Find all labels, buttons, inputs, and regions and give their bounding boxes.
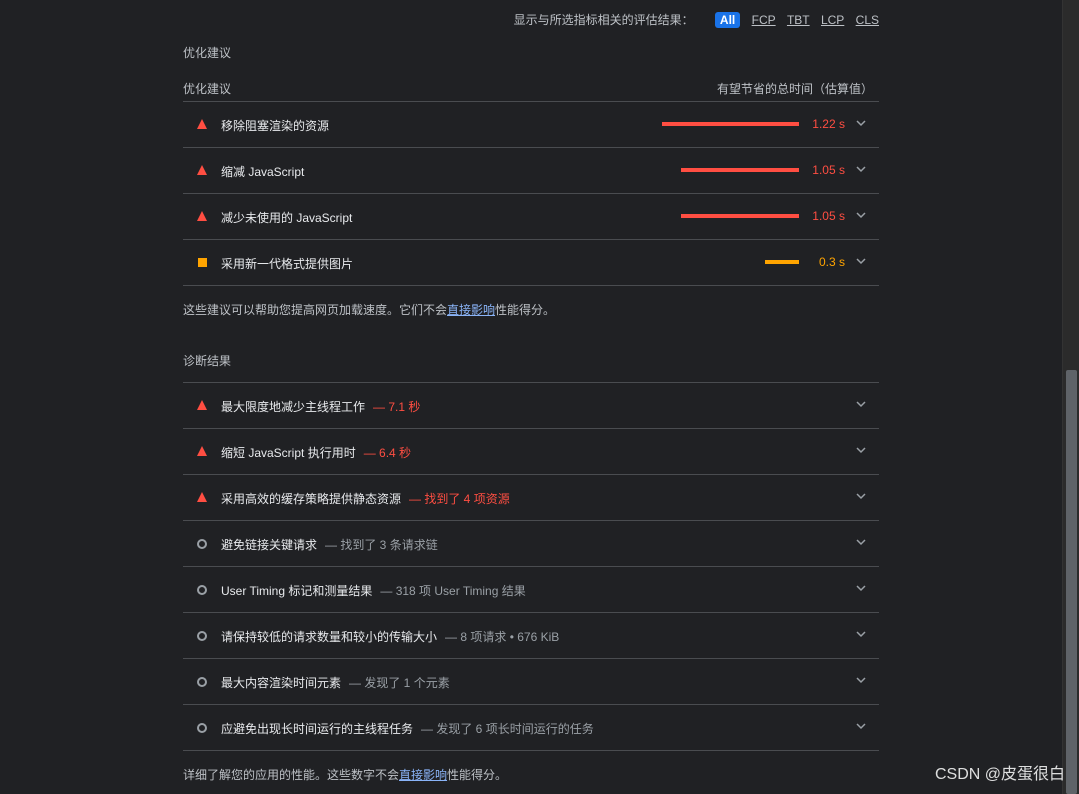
audit-title: 减少未使用的 JavaScript [221,211,353,225]
audit-title-text: 缩短 JavaScript 执行用时 [221,446,356,460]
audit-display-value: — 7.1 秒 [373,400,421,414]
audit-title: 移除阻塞渲染的资源 [221,119,330,133]
diagnostic-row[interactable]: 应避免出现长时间运行的主线程任务 — 发现了 6 项长时间运行的任务 [183,705,879,751]
audit-title-text: 应避免出现长时间运行的主线程任务 [221,722,414,736]
audit-title: User Timing 标记和测量结果 — 318 项 User Timing 结… [221,582,526,599]
chevron-down-icon[interactable] [855,628,867,640]
fail-triangle-icon [197,446,207,456]
savings-column-label: 有望节省的总时间（估算值） [716,82,873,96]
chevron-down-icon[interactable] [855,163,867,175]
chevron-down-icon[interactable] [855,398,867,410]
chevron-down-icon[interactable] [855,444,867,456]
info-circle-icon [197,585,207,595]
filter-cls-button[interactable]: CLS [856,13,879,27]
fail-triangle-icon [197,492,207,502]
opportunity-row[interactable]: 采用新一代格式提供图片 0.3 s [183,240,879,286]
filter-lcp-button[interactable]: LCP [821,13,844,27]
filter-all-button[interactable]: All [714,11,741,28]
diagnostic-row[interactable]: 最大内容渲染时间元素 — 发现了 1 个元素 [183,659,879,705]
opportunity-row[interactable]: 缩减 JavaScript 1.05 s [183,148,879,194]
savings-bar [681,214,799,218]
metric-filter-label: 显示与所选指标相关的评估结果： [513,13,694,27]
chevron-down-icon[interactable] [855,674,867,686]
audit-display-value: — 找到了 3 条请求链 [325,538,438,552]
info-circle-icon [197,677,207,687]
diagnostic-row[interactable]: 采用高效的缓存策略提供静态资源 — 找到了 4 项资源 [183,475,879,521]
audit-title: 最大限度地减少主线程工作 — 7.1 秒 [221,398,420,415]
fail-triangle-icon [197,211,207,221]
opportunities-table-header: 优化建议 有望节省的总时间（估算值） [183,78,879,102]
chevron-down-icon[interactable] [855,536,867,548]
chevron-down-icon[interactable] [855,117,867,129]
scrollbar-thumb[interactable] [1066,370,1077,794]
audit-title-text: 避免链接关键请求 [221,538,318,552]
filter-tbt-button[interactable]: TBT [787,13,810,27]
vertical-scrollbar[interactable] [1062,0,1079,794]
audit-title: 采用新一代格式提供图片 [221,257,354,271]
info-circle-icon [197,631,207,641]
fail-triangle-icon [197,400,207,410]
savings-value: 1.05 s [812,163,845,177]
chevron-down-icon[interactable] [855,720,867,732]
audit-title: 请保持较低的请求数量和较小的传输大小 — 8 项请求 • 676 KiB [221,628,559,645]
audit-title: 最大内容渲染时间元素 — 发现了 1 个元素 [221,674,450,691]
audit-display-value: — 发现了 1 个元素 [349,676,450,690]
opportunities-footnote: 这些建议可以帮助您提高网页加载速度。它们不会直接影响性能得分。 [183,301,555,318]
audit-title: 应避免出现长时间运行的主线程任务 — 发现了 6 项长时间运行的任务 [221,720,594,737]
savings-value: 0.3 s [818,255,845,269]
filter-fcp-button[interactable]: FCP [752,13,776,27]
diagnostics-footnote: 详细了解您的应用的性能。这些数字不会直接影响性能得分。 [183,766,507,783]
audit-title-text: 最大限度地减少主线程工作 [221,400,366,414]
footnote-text: 性能得分。 [447,768,508,782]
audit-title-text: 请保持较低的请求数量和较小的传输大小 [221,630,438,644]
audit-title-text: 最大内容渲染时间元素 [221,676,342,690]
opportunities-column-label: 优化建议 [183,82,232,96]
direct-impact-link[interactable]: 直接影响 [447,303,495,317]
audit-title: 采用高效的缓存策略提供静态资源 — 找到了 4 项资源 [221,490,510,507]
diagnostic-row[interactable]: 避免链接关键请求 — 找到了 3 条请求链 [183,521,879,567]
audit-display-value: — 发现了 6 项长时间运行的任务 [421,722,594,736]
opportunity-row[interactable]: 减少未使用的 JavaScript 1.05 s [183,194,879,240]
footnote-text: 详细了解您的应用的性能。这些数字不会 [183,768,400,782]
diagnostic-row[interactable]: User Timing 标记和测量结果 — 318 项 User Timing 结… [183,567,879,613]
audit-display-value: — 318 项 User Timing 结果 [380,584,526,598]
metric-filter: 显示与所选指标相关的评估结果： All FCP TBT LCP CLS [183,11,879,29]
audit-title: 缩减 JavaScript [221,165,305,179]
savings-bar [765,260,799,264]
audit-display-value: — 6.4 秒 [363,446,412,460]
audit-title: 缩短 JavaScript 执行用时 — 6.4 秒 [221,444,411,461]
opportunities-section-title: 优化建议 [183,46,232,60]
audit-display-value: — 找到了 4 项资源 [409,492,510,506]
savings-bar [681,168,799,172]
footnote-text: 这些建议可以帮助您提高网页加载速度。它们不会 [183,303,448,317]
opportunity-row[interactable]: 移除阻塞渲染的资源 1.22 s [183,102,879,148]
direct-impact-link[interactable]: 直接影响 [399,768,447,782]
savings-value: 1.05 s [812,209,845,223]
chevron-down-icon[interactable] [855,255,867,267]
diagnostic-row[interactable]: 缩短 JavaScript 执行用时 — 6.4 秒 [183,429,879,475]
savings-bar [662,122,799,126]
info-circle-icon [197,539,207,549]
average-square-icon [198,258,207,267]
chevron-down-icon[interactable] [855,209,867,221]
chevron-down-icon[interactable] [855,490,867,502]
fail-triangle-icon [197,165,207,175]
diagnostics-section-title: 诊断结果 [183,354,232,368]
chevron-down-icon[interactable] [855,582,867,594]
audit-title: 避免链接关键请求 — 找到了 3 条请求链 [221,536,438,553]
info-circle-icon [197,723,207,733]
fail-triangle-icon [197,119,207,129]
audit-title-text: User Timing 标记和测量结果 [221,584,373,598]
footnote-text: 性能得分。 [495,303,556,317]
savings-value: 1.22 s [812,117,845,131]
audit-title-text: 采用高效的缓存策略提供静态资源 [221,492,402,506]
diagnostic-row[interactable]: 最大限度地减少主线程工作 — 7.1 秒 [183,383,879,429]
watermark: CSDN @皮蛋很白 [934,766,1065,783]
diagnostic-row[interactable]: 请保持较低的请求数量和较小的传输大小 — 8 项请求 • 676 KiB [183,613,879,659]
audit-display-value: — 8 项请求 • 676 KiB [445,630,560,644]
